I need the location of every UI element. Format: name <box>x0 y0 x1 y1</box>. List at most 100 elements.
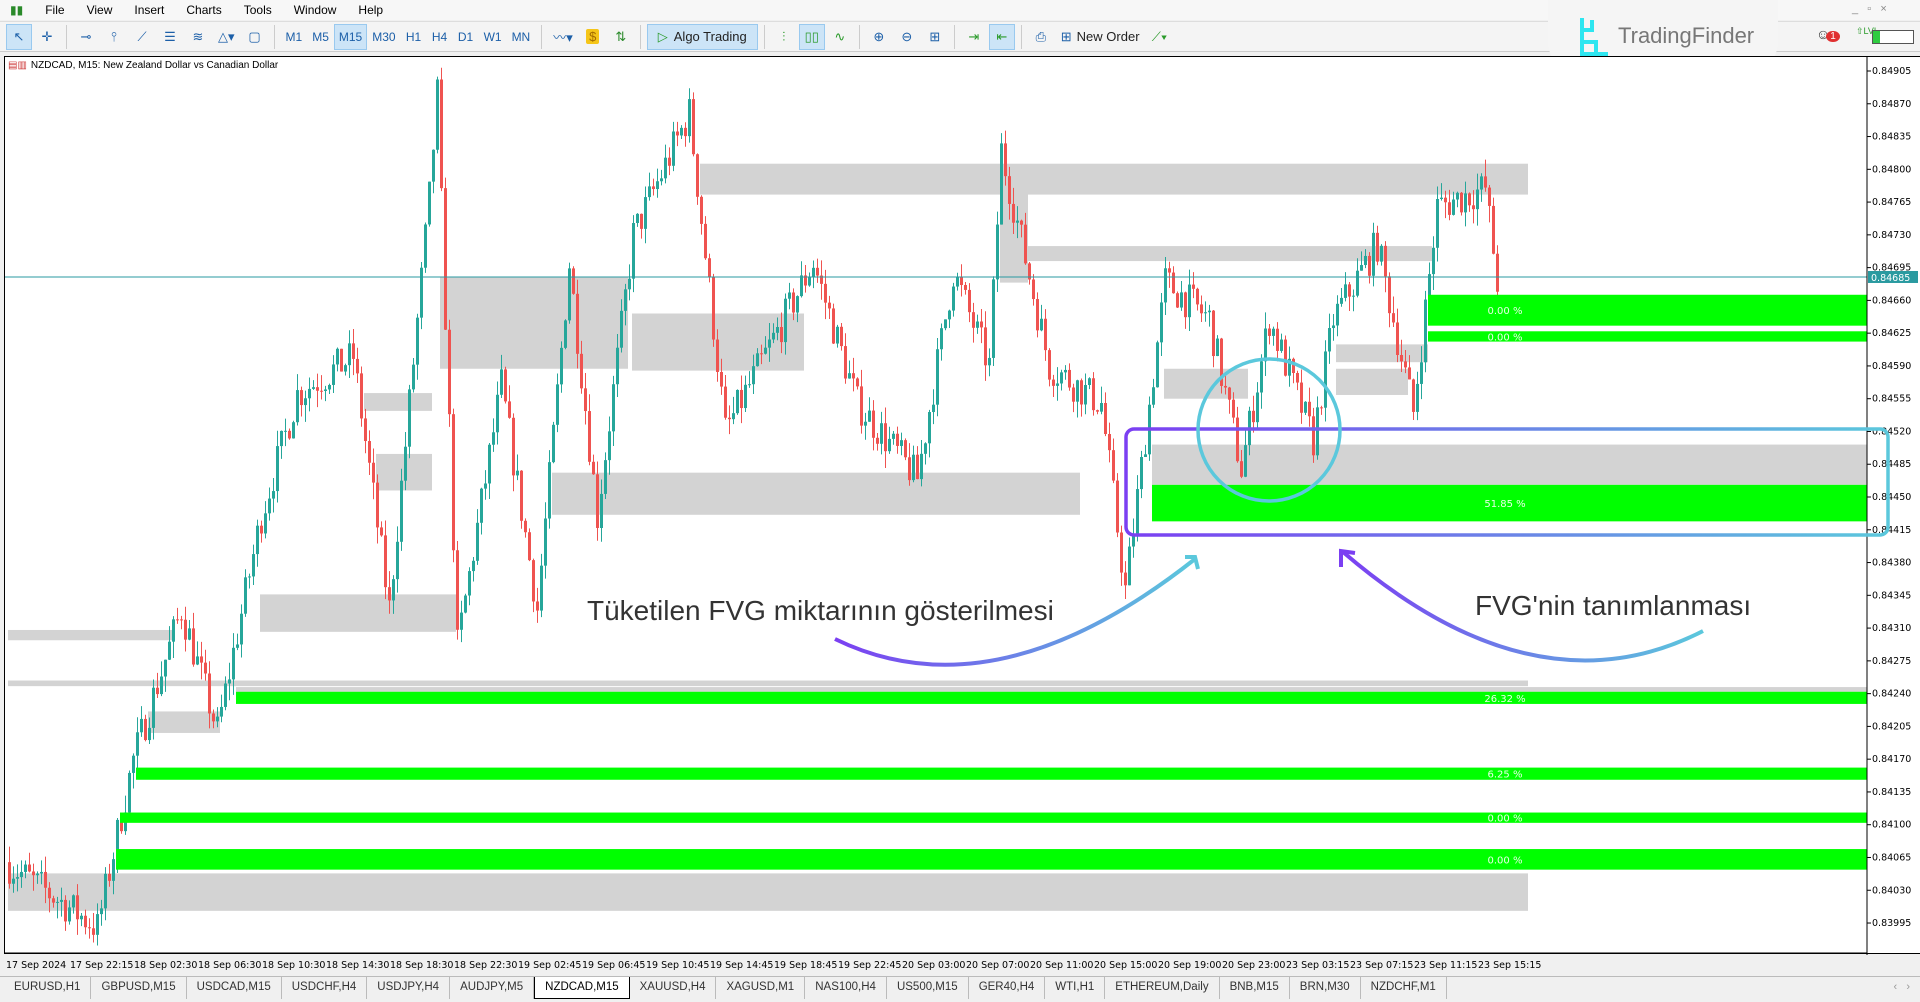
candle-body <box>920 453 923 480</box>
candle-body <box>1088 378 1091 385</box>
candle-body <box>52 898 55 903</box>
tab-eurusd-h1[interactable]: EURUSD,H1 <box>4 977 92 999</box>
menu-tools[interactable]: Tools <box>234 3 284 17</box>
bar-chart-icon[interactable]: ⫶ <box>771 24 797 50</box>
timeframe-mn[interactable]: MN <box>507 24 536 50</box>
candlestick-icon[interactable]: ▯▯ <box>798 23 825 50</box>
crosshair-tool[interactable]: ✛ <box>34 24 60 50</box>
grid-icon[interactable]: ⊞ <box>922 24 948 50</box>
autoscroll-icon[interactable]: ⇥ <box>961 24 987 50</box>
indicator-list-icon[interactable]: 〰▾ <box>548 24 578 50</box>
candle-body <box>1056 383 1059 386</box>
time-tick-label: 18 Sep 18:30 <box>390 960 453 971</box>
candle-body <box>880 423 883 444</box>
candle-body <box>960 276 963 286</box>
screenshot-icon[interactable]: ⎙ <box>1028 24 1054 50</box>
strategy-tester-icon[interactable]: ⟋▾ <box>1147 24 1173 50</box>
candle-body <box>1044 318 1047 351</box>
algo-trading-button[interactable]: ▷ Algo Trading <box>646 23 758 50</box>
time-tick-label: 23 Sep 11:15 <box>1414 960 1477 971</box>
candle-body <box>644 197 647 229</box>
candle-body <box>1296 373 1299 383</box>
tab-brn-m30[interactable]: BRN,M30 <box>1290 977 1361 999</box>
channel-tool[interactable]: ☰ <box>157 24 183 50</box>
time-tick-label: 19 Sep 10:45 <box>646 960 709 971</box>
menu-file[interactable]: File <box>35 3 76 17</box>
vertical-line-tool[interactable]: ⫯ <box>101 24 127 50</box>
cursor-tool[interactable]: ↖ <box>6 23 32 50</box>
rectangle-tool[interactable]: ▢ <box>242 24 268 50</box>
candle-body <box>1004 143 1007 177</box>
candle-body <box>336 348 339 365</box>
tab-nzdcad-m15[interactable]: NZDCAD,M15 <box>534 977 630 999</box>
window-controls[interactable]: _ ▫ × <box>1852 3 1887 15</box>
tab-gbpusd-m15[interactable]: GBPUSD,M15 <box>91 977 187 999</box>
candle-body <box>224 683 227 707</box>
divider <box>66 24 67 49</box>
candle-body <box>232 647 235 680</box>
candle-body <box>1324 351 1327 408</box>
tab-audjpy-m5[interactable]: AUDJPY,M5 <box>450 977 535 999</box>
tab-nzdchf-m1[interactable]: NZDCHF,M1 <box>1361 977 1447 999</box>
divider <box>541 24 543 49</box>
candle-body <box>1440 197 1443 200</box>
tab-wti-h1[interactable]: WTI,H1 <box>1045 977 1106 999</box>
candle-body <box>968 289 971 313</box>
menu-help[interactable]: Help <box>348 3 395 17</box>
candle-body <box>240 613 243 645</box>
timeframe-m30[interactable]: M30 <box>367 24 400 50</box>
shapes-tool[interactable]: △▾ <box>213 24 240 50</box>
tab-usdjpy-h4[interactable]: USDJPY,H4 <box>367 977 451 999</box>
tab-scroll-arrows[interactable]: ‹ › <box>1894 981 1911 993</box>
timeframe-m15[interactable]: M15 <box>333 23 368 50</box>
chart-shift-icon[interactable]: ⇤ <box>988 23 1015 50</box>
tab-usdcad-m15[interactable]: USDCAD,M15 <box>187 977 282 999</box>
timeframe-h1[interactable]: H1 <box>401 24 427 50</box>
candle-body <box>508 401 511 418</box>
candle-body <box>1328 328 1331 352</box>
candle-body <box>1316 407 1319 456</box>
tab-ethereum-daily[interactable]: ETHEREUM,Daily <box>1105 977 1220 999</box>
menu-insert[interactable]: Insert <box>124 3 176 17</box>
timeframe-h4[interactable]: H4 <box>427 24 453 50</box>
menu-view[interactable]: View <box>77 3 125 17</box>
timeframe-m5[interactable]: M5 <box>307 24 334 50</box>
price-tick-label: 0.84450 <box>1872 492 1911 503</box>
candle-body <box>1024 224 1027 264</box>
tab-bnb-m15[interactable]: BNB,M15 <box>1220 977 1290 999</box>
tab-xagusd-m1[interactable]: XAGUSD,M1 <box>716 977 806 999</box>
timeframe-d1[interactable]: D1 <box>453 24 479 50</box>
candle-body <box>312 387 315 389</box>
candle-body <box>216 716 219 722</box>
tab-usdchf-h4[interactable]: USDCHF,H4 <box>282 977 368 999</box>
candle-body <box>112 859 115 881</box>
signals-icon[interactable]: ⇅ <box>608 24 634 50</box>
candle-body <box>180 619 183 621</box>
timeframe-m1[interactable]: M1 <box>281 24 308 50</box>
line-chart-icon[interactable]: ∿ <box>827 24 853 50</box>
dollar-icon[interactable]: $ <box>580 24 606 50</box>
candle-body <box>612 384 615 432</box>
new-order-button[interactable]: ⊞ New Order <box>1056 24 1145 50</box>
time-tick-label: 19 Sep 02:45 <box>518 960 581 971</box>
candle-body <box>248 576 251 578</box>
chart-area[interactable]: 0.00 % 0.00 % 51.85 % 26.32 % 6.25 % 0.00 % 0.… <box>4 56 1920 971</box>
timeframe-w1[interactable]: W1 <box>479 24 507 50</box>
trendline-tool[interactable]: ⟋ <box>129 24 155 50</box>
tab-us500-m15[interactable]: US500,M15 <box>887 977 969 999</box>
time-tick-label: 20 Sep 23:00 <box>1222 960 1285 971</box>
price-tick-label: 0.84240 <box>1872 689 1911 700</box>
account-icon[interactable]: ☺1 <box>1816 26 1840 42</box>
price-chart[interactable]: 0.00 % 0.00 % 51.85 % 26.32 % 6.25 % 0.00 % 0.… <box>5 57 1920 977</box>
fibonacci-tool[interactable]: ≋ <box>185 24 211 50</box>
consumed-zone <box>552 472 1080 515</box>
tab-xauusd-h4[interactable]: XAUUSD,H4 <box>630 977 717 999</box>
horizontal-line-tool[interactable]: ⊸ <box>73 24 99 50</box>
tab-ger40-h4[interactable]: GER40,H4 <box>969 977 1046 999</box>
candle-body <box>56 901 59 903</box>
zoom-in-icon[interactable]: ⊕ <box>866 24 892 50</box>
menu-window[interactable]: Window <box>284 3 349 17</box>
menu-charts[interactable]: Charts <box>176 3 233 17</box>
tab-nas100-h4[interactable]: NAS100,H4 <box>805 977 887 999</box>
zoom-out-icon[interactable]: ⊖ <box>894 24 920 50</box>
